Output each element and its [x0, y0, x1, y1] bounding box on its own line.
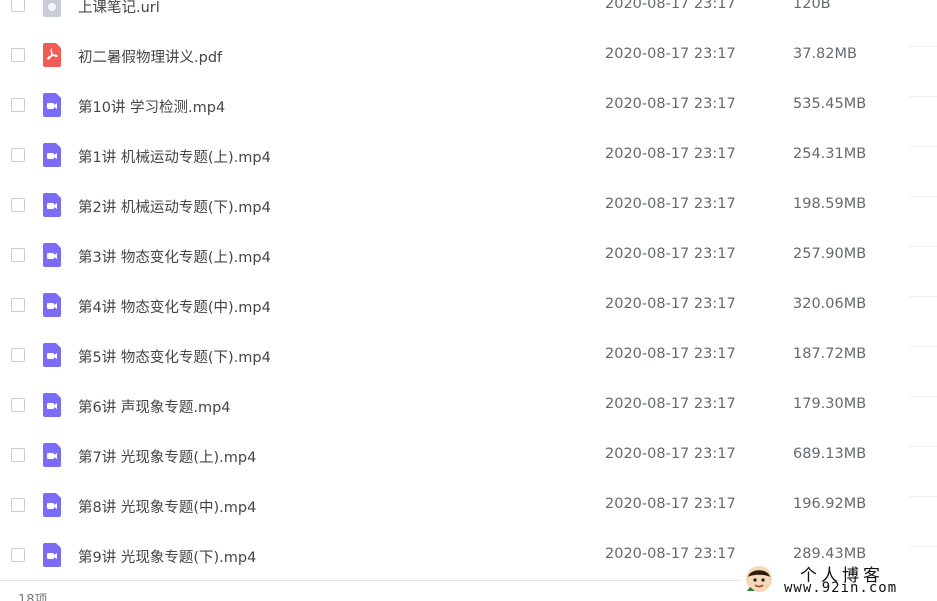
url-file-icon	[42, 0, 64, 17]
file-row[interactable]: 上课笔记.url 2020-08-17 23:17 120B	[0, 0, 937, 31]
file-row[interactable]: 第7讲 光现象专题(上).mp4 2020-08-17 23:17 689.13…	[0, 431, 937, 481]
video-file-icon	[42, 393, 64, 417]
row-checkbox[interactable]	[11, 148, 25, 162]
file-date: 2020-08-17 23:17	[605, 546, 736, 562]
row-checkbox[interactable]	[11, 448, 25, 462]
file-name[interactable]: 第4讲 物态变化专题(中).mp4	[78, 296, 271, 317]
row-checkbox[interactable]	[11, 0, 25, 12]
footer-divider	[0, 580, 760, 581]
watermark-url: www.92in.com	[784, 580, 898, 596]
row-divider	[909, 46, 937, 47]
row-checkbox[interactable]	[11, 398, 25, 412]
file-name[interactable]: 上课笔记.url	[78, 0, 160, 17]
file-size: 689.13MB	[793, 446, 867, 462]
file-date: 2020-08-17 23:17	[605, 346, 736, 362]
file-name[interactable]: 第2讲 机械运动专题(下).mp4	[78, 196, 271, 217]
row-checkbox[interactable]	[11, 298, 25, 312]
row-checkbox[interactable]	[11, 248, 25, 262]
row-divider	[909, 496, 937, 497]
file-size: 257.90MB	[793, 246, 867, 262]
file-row[interactable]: 第2讲 机械运动专题(下).mp4 2020-08-17 23:17 198.5…	[0, 181, 937, 231]
file-row[interactable]: 第4讲 物态变化专题(中).mp4 2020-08-17 23:17 320.0…	[0, 281, 937, 331]
file-size: 535.45MB	[793, 96, 867, 112]
file-date: 2020-08-17 23:17	[605, 496, 736, 512]
avatar-icon	[745, 565, 773, 593]
file-name[interactable]: 第3讲 物态变化专题(上).mp4	[78, 246, 271, 267]
file-row[interactable]: 初二暑假物理讲义.pdf 2020-08-17 23:17 37.82MB	[0, 31, 937, 81]
pdf-file-icon	[42, 43, 64, 67]
video-file-icon	[42, 243, 64, 267]
file-row[interactable]: 第5讲 物态变化专题(下).mp4 2020-08-17 23:17 187.7…	[0, 331, 937, 381]
file-list: 上课笔记.url 2020-08-17 23:17 120B 初二暑假物理讲义.…	[0, 0, 937, 581]
file-name[interactable]: 第10讲 学习检测.mp4	[78, 96, 225, 117]
file-row[interactable]: 第6讲 声现象专题.mp4 2020-08-17 23:17 179.30MB	[0, 381, 937, 431]
row-checkbox[interactable]	[11, 498, 25, 512]
video-file-icon	[42, 93, 64, 117]
row-checkbox[interactable]	[11, 48, 25, 62]
row-checkbox[interactable]	[11, 198, 25, 212]
file-size: 179.30MB	[793, 396, 867, 412]
file-name[interactable]: 第6讲 声现象专题.mp4	[78, 396, 231, 417]
file-size: 196.92MB	[793, 496, 867, 512]
row-divider	[909, 546, 937, 547]
file-size: 320.06MB	[793, 296, 867, 312]
file-date: 2020-08-17 23:17	[605, 0, 736, 12]
file-size: 254.31MB	[793, 146, 867, 162]
file-row[interactable]: 第3讲 物态变化专题(上).mp4 2020-08-17 23:17 257.9…	[0, 231, 937, 281]
file-row[interactable]: 第8讲 光现象专题(中).mp4 2020-08-17 23:17 196.92…	[0, 481, 937, 531]
row-divider	[909, 296, 937, 297]
video-file-icon	[42, 293, 64, 317]
item-count: 18项	[18, 593, 48, 601]
row-checkbox[interactable]	[11, 98, 25, 112]
file-date: 2020-08-17 23:17	[605, 446, 736, 462]
video-file-icon	[42, 543, 64, 567]
file-date: 2020-08-17 23:17	[605, 146, 736, 162]
file-size: 198.59MB	[793, 196, 867, 212]
file-date: 2020-08-17 23:17	[605, 96, 736, 112]
file-date: 2020-08-17 23:17	[605, 396, 736, 412]
row-divider	[909, 146, 937, 147]
file-size: 37.82MB	[793, 46, 857, 62]
video-file-icon	[42, 143, 64, 167]
file-name[interactable]: 第1讲 机械运动专题(上).mp4	[78, 146, 271, 167]
file-size: 120B	[793, 0, 831, 12]
file-date: 2020-08-17 23:17	[605, 46, 736, 62]
row-divider	[909, 396, 937, 397]
row-divider	[909, 96, 937, 97]
watermark: 个人博客 www.92in.com	[740, 560, 937, 601]
video-file-icon	[42, 343, 64, 367]
row-checkbox[interactable]	[11, 348, 25, 362]
row-divider	[909, 446, 937, 447]
row-divider	[909, 346, 937, 347]
video-file-icon	[42, 443, 64, 467]
row-divider	[909, 246, 937, 247]
file-size: 187.72MB	[793, 346, 867, 362]
file-row[interactable]: 第1讲 机械运动专题(上).mp4 2020-08-17 23:17 254.3…	[0, 131, 937, 181]
video-file-icon	[42, 493, 64, 517]
row-divider	[909, 196, 937, 197]
file-date: 2020-08-17 23:17	[605, 196, 736, 212]
row-checkbox[interactable]	[11, 548, 25, 562]
file-browser: 上课笔记.url 2020-08-17 23:17 120B 初二暑假物理讲义.…	[0, 0, 937, 601]
file-date: 2020-08-17 23:17	[605, 296, 736, 312]
file-name[interactable]: 第8讲 光现象专题(中).mp4	[78, 496, 256, 517]
file-name[interactable]: 第5讲 物态变化专题(下).mp4	[78, 346, 271, 367]
file-name[interactable]: 第7讲 光现象专题(上).mp4	[78, 446, 256, 467]
video-file-icon	[42, 193, 64, 217]
file-name[interactable]: 初二暑假物理讲义.pdf	[78, 46, 222, 67]
file-date: 2020-08-17 23:17	[605, 246, 736, 262]
file-name[interactable]: 第9讲 光现象专题(下).mp4	[78, 546, 256, 567]
file-row[interactable]: 第10讲 学习检测.mp4 2020-08-17 23:17 535.45MB	[0, 81, 937, 131]
